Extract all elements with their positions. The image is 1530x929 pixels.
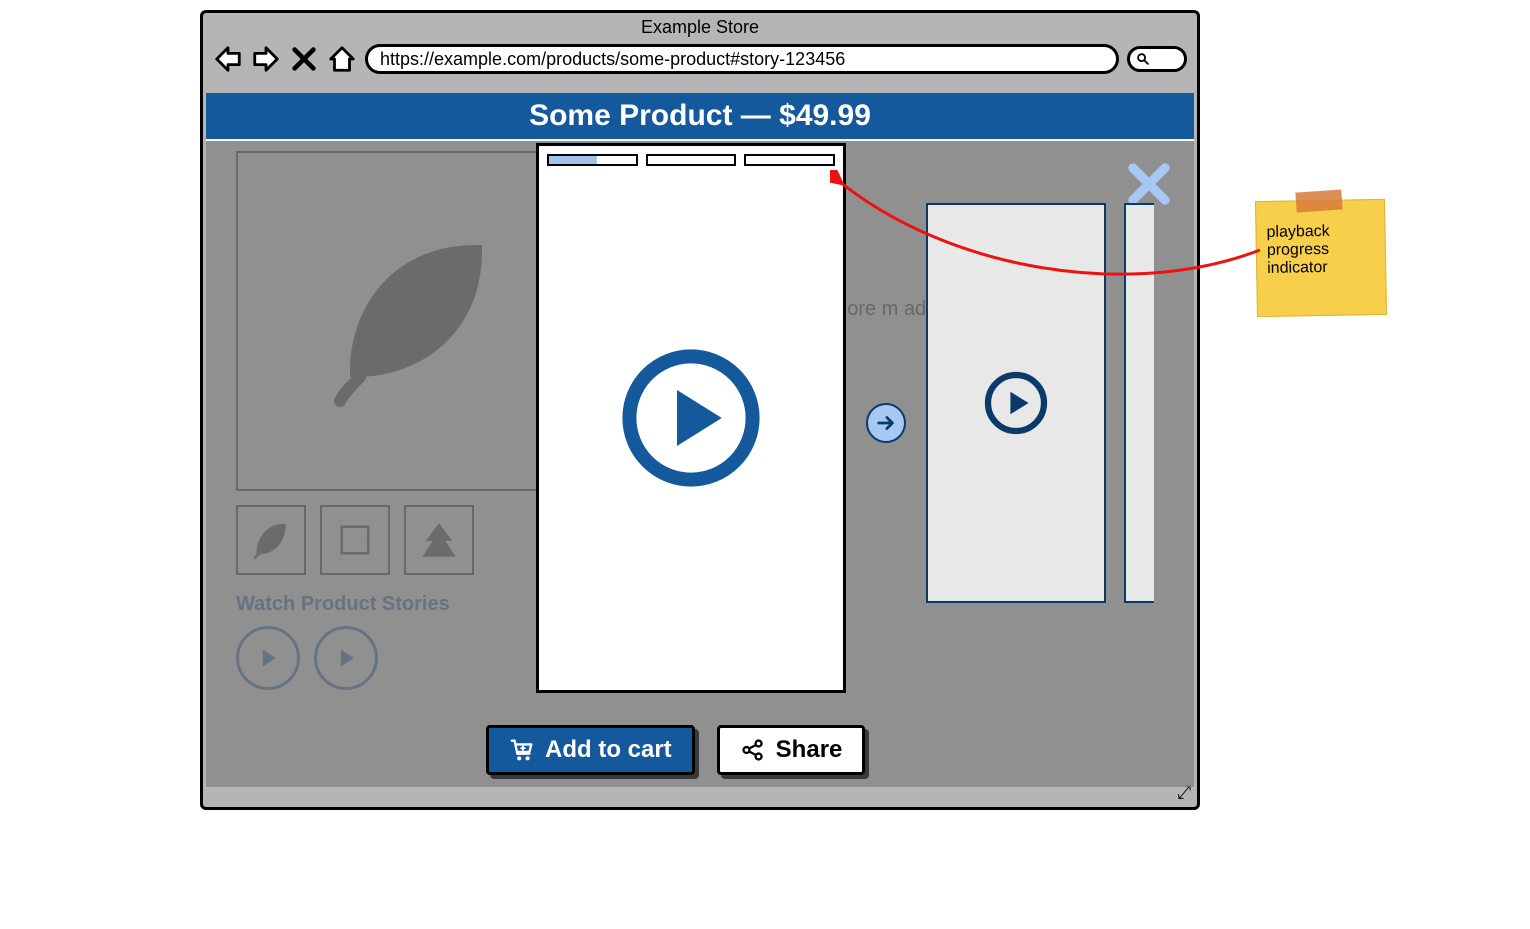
cart-plus-icon [509, 737, 535, 763]
back-icon[interactable] [213, 44, 243, 74]
url-text: https://example.com/products/some-produc… [380, 47, 845, 71]
home-icon[interactable] [327, 44, 357, 74]
close-button[interactable] [1124, 159, 1174, 209]
annotation-sticky-note: playback progress indicator [1255, 199, 1387, 317]
next-story-preview[interactable] [926, 203, 1106, 603]
play-icon[interactable] [621, 348, 761, 488]
add-to-cart-button[interactable]: Add to cart [486, 725, 695, 775]
progress-segment-1[interactable] [547, 154, 638, 166]
share-button[interactable]: Share [717, 725, 866, 775]
stop-icon[interactable] [289, 44, 319, 74]
current-story-card[interactable] [536, 143, 846, 693]
url-bar[interactable]: https://example.com/products/some-produc… [365, 44, 1119, 74]
search-icon [1136, 52, 1150, 66]
progress-segment-3[interactable] [744, 154, 835, 166]
forward-icon[interactable] [251, 44, 281, 74]
share-label: Share [776, 736, 843, 764]
next-story-preview-2[interactable] [1124, 203, 1154, 603]
progress-segment-2[interactable] [646, 154, 737, 166]
tape-icon [1295, 189, 1342, 212]
browser-toolbar: https://example.com/products/some-produc… [203, 40, 1197, 84]
story-viewer: Add to cart Share [206, 141, 1194, 787]
product-header: Some Product — $49.99 [206, 93, 1194, 139]
search-pill[interactable] [1127, 46, 1187, 72]
page-viewport: Some Product — $49.99 [206, 93, 1194, 787]
play-icon [981, 368, 1051, 438]
annotation-text: playback progress indicator [1266, 223, 1329, 277]
next-story-button[interactable] [866, 403, 906, 443]
share-icon [740, 737, 766, 763]
progress-indicator [539, 146, 843, 166]
arrow-right-icon [875, 412, 897, 434]
close-icon [1126, 161, 1172, 207]
window-title: Example Store [203, 13, 1197, 40]
story-action-row: Add to cart Share [486, 725, 865, 775]
browser-window: Example Store https://example.com/produc… [200, 10, 1200, 810]
add-to-cart-label: Add to cart [545, 736, 672, 764]
